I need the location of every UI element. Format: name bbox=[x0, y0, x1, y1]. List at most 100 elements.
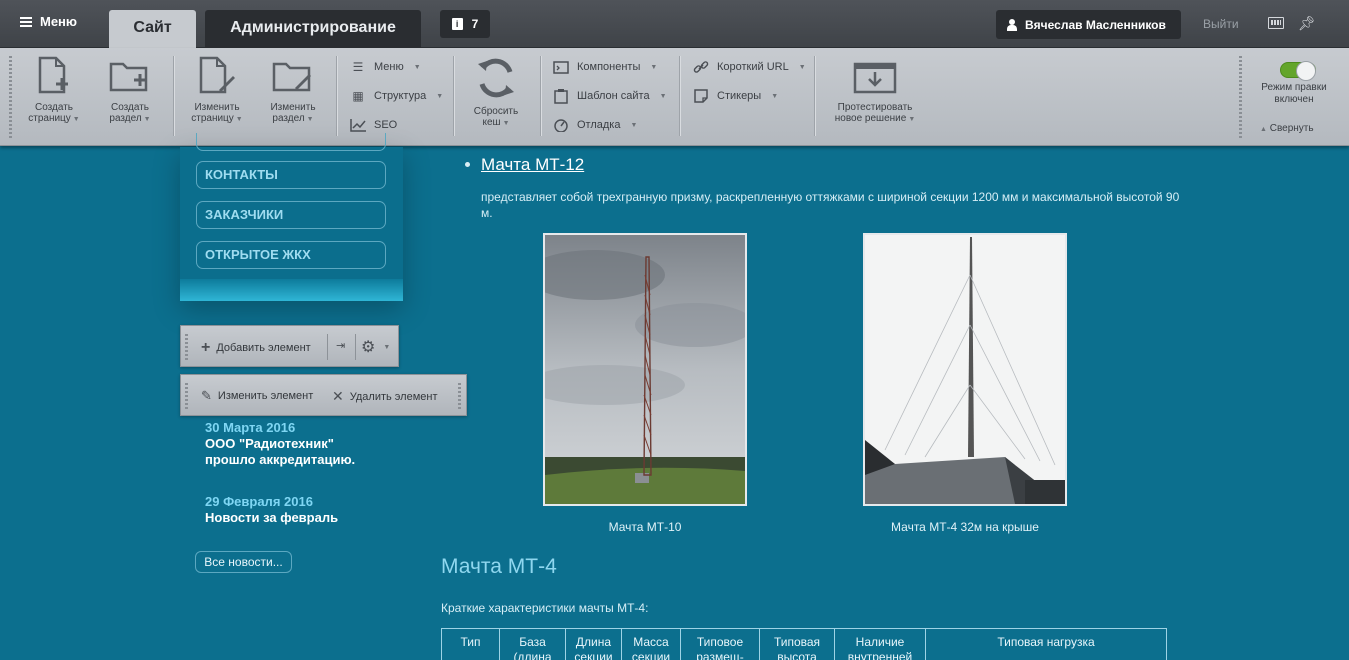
sidebar-menu: КОНТАКТЫ ЗАКАЗЧИКИ ОТКРЫТОЕ ЖКХ bbox=[180, 133, 403, 301]
site-template-dropdown[interactable]: Шаблон сайта ▼ bbox=[553, 88, 667, 104]
photo-mast-mt10[interactable] bbox=[543, 233, 747, 506]
components-dropdown[interactable]: Компоненты ▼ bbox=[553, 60, 657, 74]
add-element-button[interactable]: + Добавить элемент bbox=[201, 339, 311, 357]
grid-icon: ▦ bbox=[352, 89, 364, 103]
chevron-up-icon: ▲ bbox=[1260, 126, 1267, 133]
edit-element-button[interactable]: ✎ Изменить элемент bbox=[201, 388, 313, 404]
create-section-label-1: Создать bbox=[110, 102, 149, 113]
logout-link[interactable]: Выйти bbox=[1203, 17, 1239, 31]
table-header-cell: Типовая высота bbox=[759, 628, 835, 660]
toolbar-grip[interactable] bbox=[185, 383, 188, 409]
table-header-cell: Масса секции bbox=[621, 628, 681, 660]
test-solution-label-2: новое решение bbox=[834, 113, 907, 124]
edit-section-button[interactable]: Изменить раздел ▼ bbox=[258, 56, 328, 125]
table-header-cell: Тип bbox=[441, 628, 500, 660]
create-section-button[interactable]: Создать раздел ▼ bbox=[95, 56, 165, 125]
debug-label: Отладка bbox=[577, 119, 621, 131]
nav-item-partial[interactable] bbox=[196, 133, 386, 151]
pin-element-button[interactable]: ⇥ bbox=[336, 339, 345, 352]
clear-cache-label-1: Сбросить bbox=[473, 106, 519, 117]
plus-icon: + bbox=[201, 339, 211, 356]
section-heading: Мачта МТ-4 bbox=[441, 555, 557, 578]
link-icon bbox=[693, 60, 709, 74]
news-title[interactable]: ООО "Радиотехник" прошло аккредитацию. bbox=[205, 436, 355, 468]
menu-button[interactable]: Меню bbox=[20, 14, 77, 29]
test-solution-label-1: Протестировать bbox=[837, 102, 913, 113]
edit-page-label-2: страницу bbox=[191, 113, 234, 124]
admin-toolbar: Создать страницу ▼ Создать раздел ▼ Измени… bbox=[0, 48, 1349, 146]
toolbar-separator bbox=[453, 56, 454, 136]
news-date: 30 Марта 2016 bbox=[205, 420, 296, 435]
user-button[interactable]: Вячеслав Масленников bbox=[996, 10, 1181, 39]
stickers-dropdown[interactable]: Стикеры ▼ bbox=[693, 89, 778, 103]
delete-element-button[interactable]: ✕ Удалить элемент bbox=[332, 388, 438, 405]
toolbar-separator bbox=[679, 56, 680, 136]
edit-page-icon bbox=[199, 56, 235, 94]
toolbar-grip[interactable] bbox=[1239, 56, 1242, 138]
info-icon: i bbox=[451, 18, 463, 30]
mast-photo-image bbox=[865, 235, 1065, 504]
news-title-line-1[interactable]: ООО "Радиотехник" bbox=[205, 436, 355, 452]
toolbar-separator bbox=[327, 334, 328, 360]
new-folder-icon bbox=[109, 62, 148, 92]
settings-button[interactable]: ⚙ ▼ bbox=[361, 337, 390, 357]
add-element-toolbar: + Добавить элемент ⇥ ⚙ ▼ bbox=[180, 325, 399, 367]
download-box-icon bbox=[853, 62, 897, 94]
edit-mode-toggle[interactable] bbox=[1280, 61, 1316, 81]
site-template-label: Шаблон сайта bbox=[577, 90, 650, 102]
sticker-icon bbox=[693, 89, 709, 103]
tab-site[interactable]: Сайт bbox=[109, 10, 196, 48]
news-title[interactable]: Новости за февраль bbox=[205, 510, 338, 526]
toolbar-grip[interactable] bbox=[185, 334, 188, 360]
nav-item-customers[interactable]: ЗАКАЗЧИКИ bbox=[196, 201, 386, 229]
component-icon bbox=[553, 60, 569, 74]
menu-dropdown-label: Меню bbox=[374, 61, 404, 73]
pin-icon[interactable]: 📌︎ bbox=[1298, 15, 1316, 32]
menu-dropdown[interactable]: ☰ Меню ▼ bbox=[350, 60, 421, 74]
toolbar-separator bbox=[355, 334, 356, 360]
short-url-dropdown[interactable]: Короткий URL ▼ bbox=[693, 60, 806, 74]
structure-dropdown-label: Структура bbox=[374, 90, 427, 102]
test-solution-button[interactable]: Протестировать новое решение ▼ bbox=[825, 56, 925, 125]
toolbar-separator bbox=[336, 56, 337, 136]
item-title-link[interactable]: Мачта МТ-12 bbox=[481, 155, 584, 175]
add-element-label: Добавить элемент bbox=[216, 342, 311, 354]
news-title-line-2[interactable]: прошло аккредитацию. bbox=[205, 452, 355, 468]
table-header-cell: Типовая нагрузка bbox=[925, 628, 1167, 660]
edit-page-button[interactable]: Изменить страницу ▼ bbox=[182, 56, 252, 125]
toolbar-separator bbox=[814, 56, 815, 136]
notifications-button[interactable]: i 7 bbox=[440, 10, 490, 38]
create-page-button[interactable]: Создать страницу ▼ bbox=[19, 56, 89, 125]
news-date: 29 Февраля 2016 bbox=[205, 494, 313, 509]
toolbar-grip[interactable] bbox=[458, 383, 461, 409]
edit-mode-label-2: включен bbox=[1274, 94, 1314, 105]
collapse-button[interactable]: ▲ Свернуть bbox=[1258, 123, 1314, 134]
all-news-button[interactable]: Все новости... bbox=[195, 551, 292, 573]
new-page-icon bbox=[38, 56, 68, 94]
structure-dropdown[interactable]: ▦ Структура ▼ bbox=[350, 89, 443, 103]
edit-mode-label: Режим правки включен bbox=[1253, 82, 1335, 106]
sidebar-bottom-bar bbox=[180, 279, 403, 301]
edit-mode-label-1: Режим правки bbox=[1261, 82, 1327, 93]
mast-photo-image bbox=[545, 235, 745, 504]
toolbar-grip[interactable] bbox=[9, 56, 12, 138]
specs-table: Тип База (длина Длина секции Масса секции Т… bbox=[441, 628, 1167, 660]
notifications-count: 7 bbox=[471, 17, 479, 31]
nav-item-contacts[interactable]: КОНТАКТЫ bbox=[196, 161, 386, 189]
edit-page-label-1: Изменить bbox=[194, 102, 240, 113]
components-label: Компоненты bbox=[577, 61, 641, 73]
menu-label: Меню bbox=[40, 14, 78, 29]
seo-button[interactable]: SEO bbox=[350, 118, 397, 132]
table-header-cell: Наличие внутренней bbox=[834, 628, 926, 660]
create-page-label-2: страницу bbox=[28, 113, 71, 124]
debug-dropdown[interactable]: Отладка ▼ bbox=[553, 118, 637, 132]
photo-mast-mt4-roof[interactable] bbox=[863, 233, 1067, 506]
list-icon: ☰ bbox=[352, 60, 364, 74]
nav-item-open-housing[interactable]: ОТКРЫТОЕ ЖКХ bbox=[196, 241, 386, 269]
keyboard-icon[interactable] bbox=[1268, 17, 1284, 29]
news-title-line-1[interactable]: Новости за февраль bbox=[205, 510, 338, 526]
list-bullet bbox=[465, 162, 470, 167]
clear-cache-button[interactable]: Сбросить кеш ▼ bbox=[461, 56, 531, 129]
delete-element-label: Удалить элемент bbox=[349, 390, 438, 403]
tab-administration[interactable]: Администрирование bbox=[205, 10, 421, 48]
